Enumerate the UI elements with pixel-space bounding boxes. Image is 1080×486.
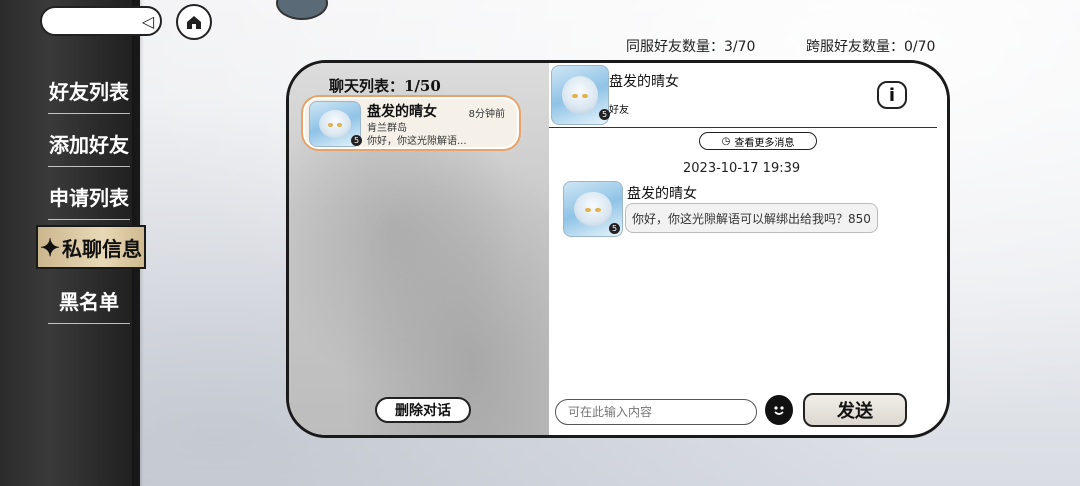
chat-list-item[interactable]: 5 盘发的晴女 8分钟前 肯兰群岛 你好，你这光隙解语... <box>301 95 521 151</box>
divider <box>48 166 130 167</box>
sidebar-item-label: 好友列表 <box>49 79 129 104</box>
chat-item-preview: 你好，你这光隙解语... <box>367 136 467 147</box>
chat-list-title: 聊天列表：1/50 <box>329 77 441 95</box>
relation-label: 好友 <box>609 105 629 116</box>
chat-item-name: 盘发的晴女 <box>367 104 437 120</box>
view-more-label: 查看更多消息 <box>734 137 795 149</box>
conversation-pane: 5 盘发的晴女 好友 i ◷ 查看更多消息 2023-10-17 19:39 5… <box>549 63 947 435</box>
sidebar-item-add-friend[interactable]: 添加好友 <box>30 123 148 167</box>
level-badge: 5 <box>351 135 362 146</box>
same-server-friend-count: 同服好友数量：3/70 <box>626 39 756 55</box>
sidebar-item-blacklist[interactable]: 黑名单 <box>30 280 148 324</box>
emoji-icon <box>774 406 784 415</box>
message-bubble: 你好，你这光隙解语可以解绑出给我吗？850 <box>625 203 878 233</box>
divider <box>48 323 130 324</box>
sidebar-item-request-list[interactable]: 申请列表 <box>30 176 148 220</box>
sidebar-item-private-messages[interactable]: ✦ 私聊信息 <box>36 225 146 269</box>
sidebar-item-label: 申请列表 <box>49 185 129 210</box>
chat-list-pane: 聊天列表：1/50 5 盘发的晴女 8分钟前 肯兰群岛 你好，你这光隙解语...… <box>289 63 549 435</box>
chat-panel: 聊天列表：1/50 5 盘发的晴女 8分钟前 肯兰群岛 你好，你这光隙解语...… <box>286 60 950 438</box>
back-button[interactable]: ◁ <box>40 6 162 36</box>
chat-item-time: 8分钟前 <box>468 109 505 120</box>
info-button[interactable]: i <box>877 81 907 109</box>
divider <box>48 113 130 114</box>
send-button[interactable]: 发送 <box>803 393 907 427</box>
sidebar-item-label: 私聊信息 <box>62 236 143 261</box>
sidebar-item-label: 黑名单 <box>59 289 119 314</box>
emoji-button[interactable] <box>765 395 793 425</box>
divider <box>549 127 937 128</box>
delete-conversation-button[interactable]: 删除对话 <box>375 397 471 423</box>
clock-icon: ◷ <box>721 135 731 147</box>
cross-server-friend-count: 跨服好友数量：0/70 <box>806 39 936 55</box>
home-button[interactable] <box>176 4 212 40</box>
view-more-messages-button[interactable]: ◷ 查看更多消息 <box>699 132 817 150</box>
arrow-left-icon: ◁ <box>141 12 154 31</box>
four-point-star-icon: ✦ <box>39 232 61 262</box>
divider <box>48 219 130 220</box>
conversation-name: 盘发的晴女 <box>609 74 679 90</box>
level-badge: 5 <box>609 223 620 234</box>
message-sender: 盘发的晴女 <box>627 186 697 202</box>
home-icon <box>187 16 201 29</box>
message-timestamp: 2023-10-17 19:39 <box>683 161 801 176</box>
sidebar-item-label: 添加好友 <box>49 132 129 157</box>
sidebar-item-friend-list[interactable]: 好友列表 <box>30 70 148 114</box>
message-input[interactable] <box>555 399 757 425</box>
info-icon: i <box>888 84 896 106</box>
